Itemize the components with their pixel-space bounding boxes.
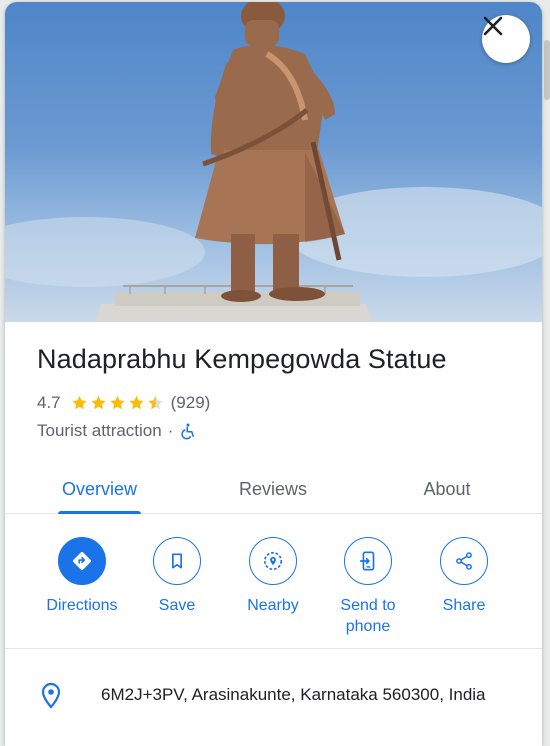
address-text: 6M2J+3PV, Arasinakunte, Karnataka 560300… xyxy=(101,685,486,704)
close-icon xyxy=(483,16,503,36)
share-icon xyxy=(456,552,472,570)
tab-about[interactable]: About xyxy=(405,464,489,514)
send-to-phone-icon xyxy=(359,551,375,571)
category-row: Tourist attraction · xyxy=(37,421,197,441)
nearby-icon-circle xyxy=(249,537,297,585)
wheelchair-icon[interactable] xyxy=(179,422,197,440)
nearby-label: Nearby xyxy=(247,597,299,614)
star-icon xyxy=(70,394,89,412)
directions-icon xyxy=(73,552,91,570)
star-rating[interactable] xyxy=(70,394,165,412)
review-count[interactable]: (929) xyxy=(171,393,211,413)
directions-label: Directions xyxy=(46,597,118,614)
save-button[interactable]: Save xyxy=(132,537,222,616)
nearby-button[interactable]: Nearby xyxy=(228,537,318,616)
share-icon-circle xyxy=(440,537,488,585)
rating-row: 4.7 (929) xyxy=(37,393,210,413)
directions-button[interactable]: Directions xyxy=(37,537,127,616)
save-label: Save xyxy=(158,597,196,614)
send-to-phone-button[interactable]: Send to phone xyxy=(323,537,413,637)
send-to-phone-label: Send to phone xyxy=(340,597,396,635)
share-label: Share xyxy=(442,597,486,614)
active-tab-indicator xyxy=(58,511,141,514)
share-button[interactable]: Share xyxy=(419,537,509,616)
rating-value: 4.7 xyxy=(37,393,61,412)
place-photo[interactable] xyxy=(5,2,542,322)
tab-reviews[interactable]: Reviews xyxy=(223,464,323,514)
tab-overview[interactable]: Overview xyxy=(58,464,141,514)
section-divider xyxy=(5,648,542,649)
star-icon xyxy=(89,394,108,412)
save-icon-circle xyxy=(153,537,201,585)
place-category[interactable]: Tourist attraction xyxy=(37,421,162,441)
star-icon xyxy=(108,394,127,412)
close-button[interactable] xyxy=(482,15,530,63)
location-pin-icon xyxy=(41,682,61,709)
place-title: Nadaprabhu Kempegowda Statue xyxy=(37,344,447,374)
nearby-icon xyxy=(263,551,283,571)
send-to-phone-icon-circle xyxy=(344,537,392,585)
star-icon xyxy=(146,394,165,412)
separator-dot: · xyxy=(167,421,174,440)
statue-photo-illustration xyxy=(5,2,542,322)
bookmark-icon xyxy=(172,553,182,569)
star-icon xyxy=(127,394,146,412)
place-panel: Nadaprabhu Kempegowda Statue 4.7 (929) T… xyxy=(5,2,542,746)
directions-icon-circle xyxy=(58,537,106,585)
tab-bar: Overview Reviews About xyxy=(5,464,542,514)
map-scrollbar[interactable] xyxy=(544,40,550,100)
